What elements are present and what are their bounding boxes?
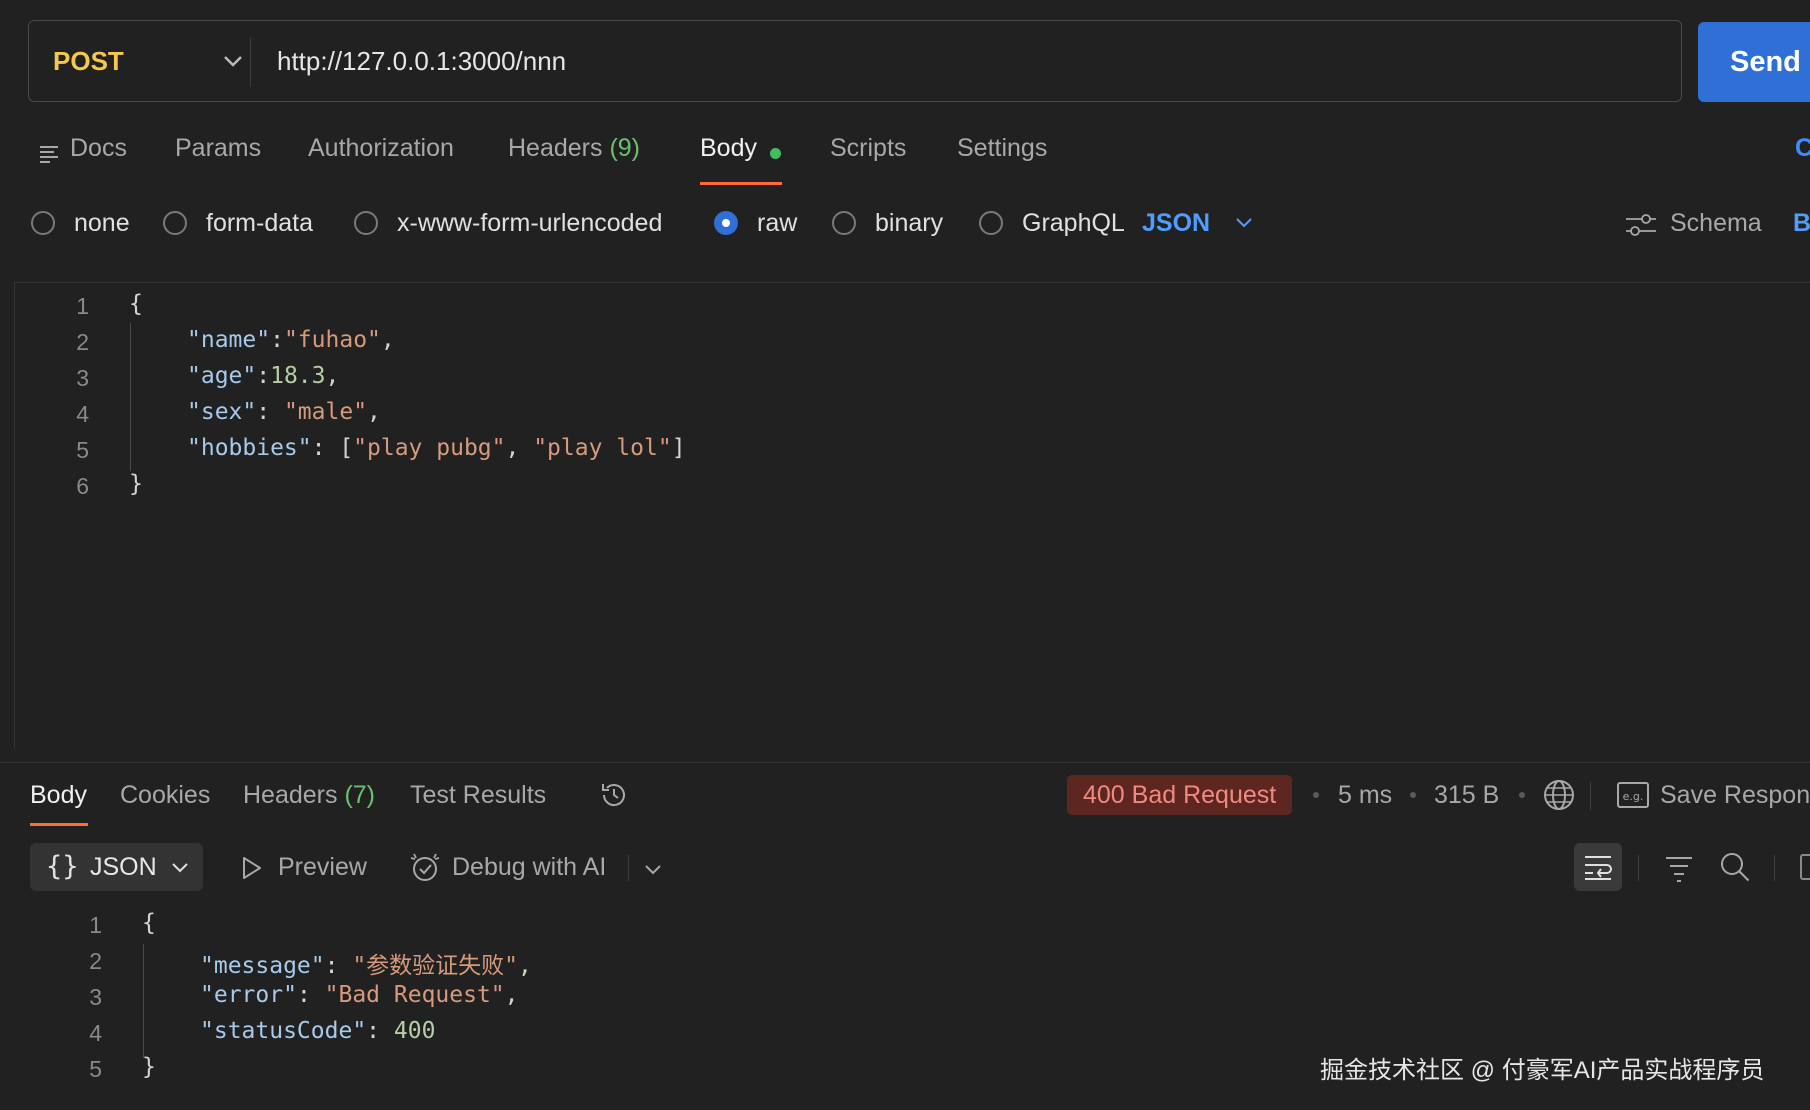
code-line: "name":"fuhao", <box>187 327 395 353</box>
divider <box>1774 855 1775 881</box>
line-number: 3 <box>89 984 102 1010</box>
separator-dot <box>1410 792 1416 798</box>
radio-raw[interactable] <box>714 211 738 235</box>
radio-urlencoded[interactable] <box>354 211 378 235</box>
code-line: "hobbies": ["play pubg", "play lol"] <box>187 435 686 461</box>
save-response-icon[interactable]: e.g. <box>1616 780 1650 810</box>
divider <box>250 37 251 87</box>
code-line: "statusCode": 400 <box>200 1018 436 1044</box>
schema-sliders-icon[interactable] <box>1624 211 1658 239</box>
indent-guide <box>130 323 131 471</box>
response-time[interactable]: 5 ms <box>1338 781 1392 810</box>
code-line: { <box>129 291 143 317</box>
response-headers-count: (7) <box>344 781 376 809</box>
preview-button[interactable]: Preview <box>278 853 367 882</box>
divider <box>1590 782 1591 810</box>
code-line: "error": "Bad Request", <box>200 982 519 1008</box>
modified-dot <box>770 148 781 159</box>
tab-authorization[interactable]: Authorization <box>308 134 454 163</box>
line-number: 5 <box>76 437 89 463</box>
search-icon[interactable] <box>1718 850 1752 884</box>
line-number: 4 <box>89 1020 102 1046</box>
separator-dot <box>1313 792 1319 798</box>
tab-headers-label: Headers <box>508 134 603 162</box>
code-line: { <box>142 910 156 936</box>
send-button[interactable]: Send <box>1698 22 1810 102</box>
schema-button[interactable]: Schema <box>1670 209 1762 238</box>
radio-raw-label: raw <box>757 209 798 237</box>
chevron-down-icon[interactable] <box>1232 210 1256 234</box>
code-line: "sex": "male", <box>187 399 381 425</box>
radio-binary-label: binary <box>875 209 944 237</box>
line-number: 3 <box>76 365 89 391</box>
line-number: 4 <box>76 401 89 427</box>
chevron-down-icon[interactable] <box>640 856 666 882</box>
line-number: 2 <box>76 329 89 355</box>
response-format-select[interactable]: {} JSON <box>30 843 203 891</box>
tab-settings[interactable]: Settings <box>957 134 1047 163</box>
response-size[interactable]: 315 B <box>1434 781 1499 810</box>
watermark: 掘金技术社区 @ 付豪军AI产品实战程序员 <box>1320 1057 1765 1084</box>
docs-icon <box>40 146 58 163</box>
response-tab-headers[interactable]: Headers (7) <box>243 781 375 810</box>
line-number: 5 <box>89 1056 102 1082</box>
language-select[interactable]: JSON <box>1142 209 1210 238</box>
code-line: } <box>142 1054 156 1080</box>
radio-binary[interactable] <box>832 211 856 235</box>
globe-icon[interactable] <box>1542 778 1576 812</box>
play-icon[interactable] <box>238 855 264 881</box>
radio-form-data-label: form-data <box>206 209 313 237</box>
pane-resize-handle[interactable] <box>0 762 1810 763</box>
response-tab-headers-label: Headers <box>243 781 338 809</box>
debug-ai-icon[interactable] <box>408 850 442 884</box>
history-icon[interactable] <box>598 779 630 811</box>
request-url-bar: POST <box>28 20 1682 102</box>
radio-form-data[interactable] <box>163 211 187 235</box>
copy-icon[interactable] <box>1800 854 1810 880</box>
tab-params[interactable]: Params <box>175 134 261 163</box>
wrap-lines-icon <box>1585 856 1612 880</box>
line-number: 1 <box>76 293 89 319</box>
radio-none-label: none <box>74 209 130 237</box>
tab-headers[interactable]: Headers (9) <box>508 134 640 163</box>
filter-icon[interactable] <box>1664 854 1694 882</box>
tab-docs[interactable]: Docs <box>70 134 127 163</box>
code-line: } <box>129 471 143 497</box>
line-number: 1 <box>89 912 102 938</box>
request-body-editor[interactable]: 1 2 3 4 5 6 { "name":"fuhao", "age":18.3… <box>14 282 1810 748</box>
headers-count: (9) <box>609 134 641 162</box>
line-number: 2 <box>89 948 102 974</box>
method-select[interactable]: POST <box>53 21 124 101</box>
save-response-button[interactable]: Save Respon <box>1660 781 1810 810</box>
radio-none[interactable] <box>31 211 55 235</box>
divider <box>1638 855 1639 881</box>
response-format-label: JSON <box>90 853 157 881</box>
radio-graphql-label: GraphQL <box>1022 209 1125 237</box>
chevron-down-icon <box>172 863 188 873</box>
url-input[interactable] <box>277 21 1657 101</box>
cookies-link[interactable]: C <box>1795 134 1810 163</box>
response-tab-cookies[interactable]: Cookies <box>120 781 210 810</box>
code-line: "message": "参数验证失败", <box>200 953 532 979</box>
line-number: 6 <box>76 473 89 499</box>
response-tab-body[interactable]: Body <box>30 781 87 810</box>
active-tab-indicator <box>30 823 88 826</box>
radio-graphql[interactable] <box>979 211 1003 235</box>
active-tab-indicator <box>700 182 782 185</box>
chevron-down-icon[interactable] <box>217 45 249 77</box>
status-badge[interactable]: 400 Bad Request <box>1067 775 1293 815</box>
tab-scripts[interactable]: Scripts <box>830 134 906 163</box>
separator-dot <box>1519 792 1525 798</box>
braces-icon: {} <box>46 851 79 882</box>
radio-urlencoded-label: x-www-form-urlencoded <box>397 209 663 237</box>
response-tab-test-results[interactable]: Test Results <box>410 781 546 810</box>
code-line: "age":18.3, <box>187 363 340 389</box>
wrap-lines-button[interactable] <box>1574 843 1622 891</box>
indent-guide <box>143 944 144 1058</box>
svg-text:e.g.: e.g. <box>1623 790 1644 803</box>
tab-body[interactable]: Body <box>700 134 757 163</box>
divider <box>628 855 629 881</box>
beautify-button[interactable]: B <box>1793 209 1810 238</box>
debug-with-ai-button[interactable]: Debug with AI <box>452 853 606 882</box>
